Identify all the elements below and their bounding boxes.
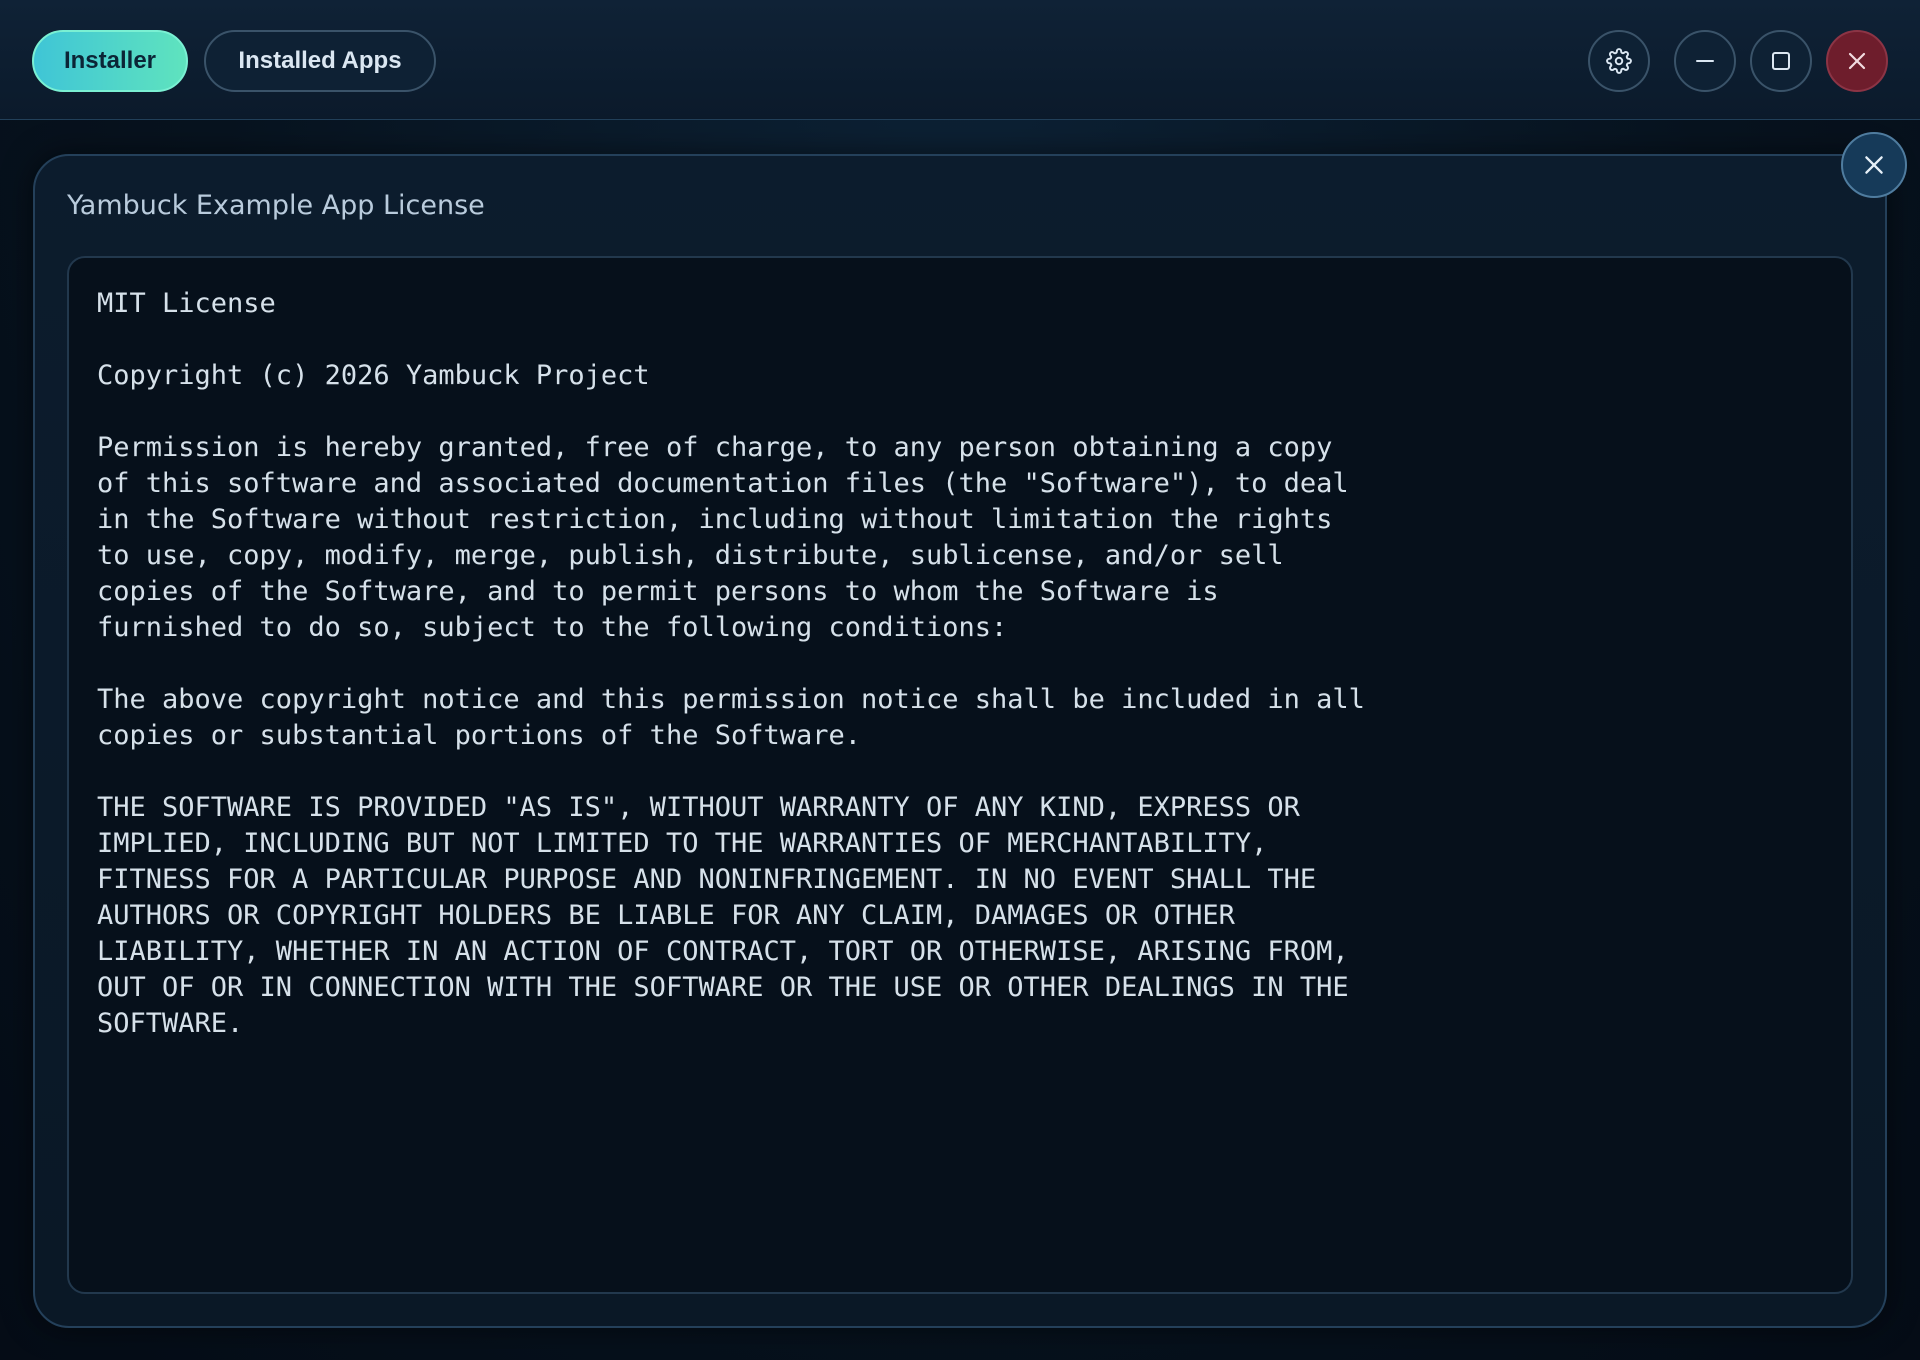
top-bar: Installer Installed Apps [0, 0, 1920, 120]
maximize-button[interactable] [1750, 30, 1812, 92]
minus-icon [1693, 49, 1717, 73]
dialog-title: Yambuck Example App License [67, 190, 485, 221]
square-icon [1769, 49, 1793, 73]
close-icon [1861, 152, 1887, 178]
minimize-button[interactable] [1674, 30, 1736, 92]
close-window-button[interactable] [1826, 30, 1888, 92]
close-icon [1845, 49, 1869, 73]
license-dialog: Yambuck Example App License MIT License … [33, 154, 1887, 1328]
tab-installer-label: Installer [63, 47, 157, 74]
license-text-area[interactable]: MIT License Copyright (c) 2026 Yambuck P… [67, 256, 1853, 1294]
dialog-close-button[interactable] [1841, 132, 1907, 198]
tab-installer[interactable]: Installer [32, 30, 188, 92]
tab-installed-apps-label: Installed Apps [238, 47, 402, 74]
tab-installed-apps[interactable]: Installed Apps [204, 30, 436, 92]
settings-button[interactable] [1588, 30, 1650, 92]
gear-icon [1606, 48, 1632, 74]
license-text: MIT License Copyright (c) 2026 Yambuck P… [97, 288, 1365, 1039]
app-window: Installer Installed Apps Yambuck Example… [0, 0, 1920, 1360]
